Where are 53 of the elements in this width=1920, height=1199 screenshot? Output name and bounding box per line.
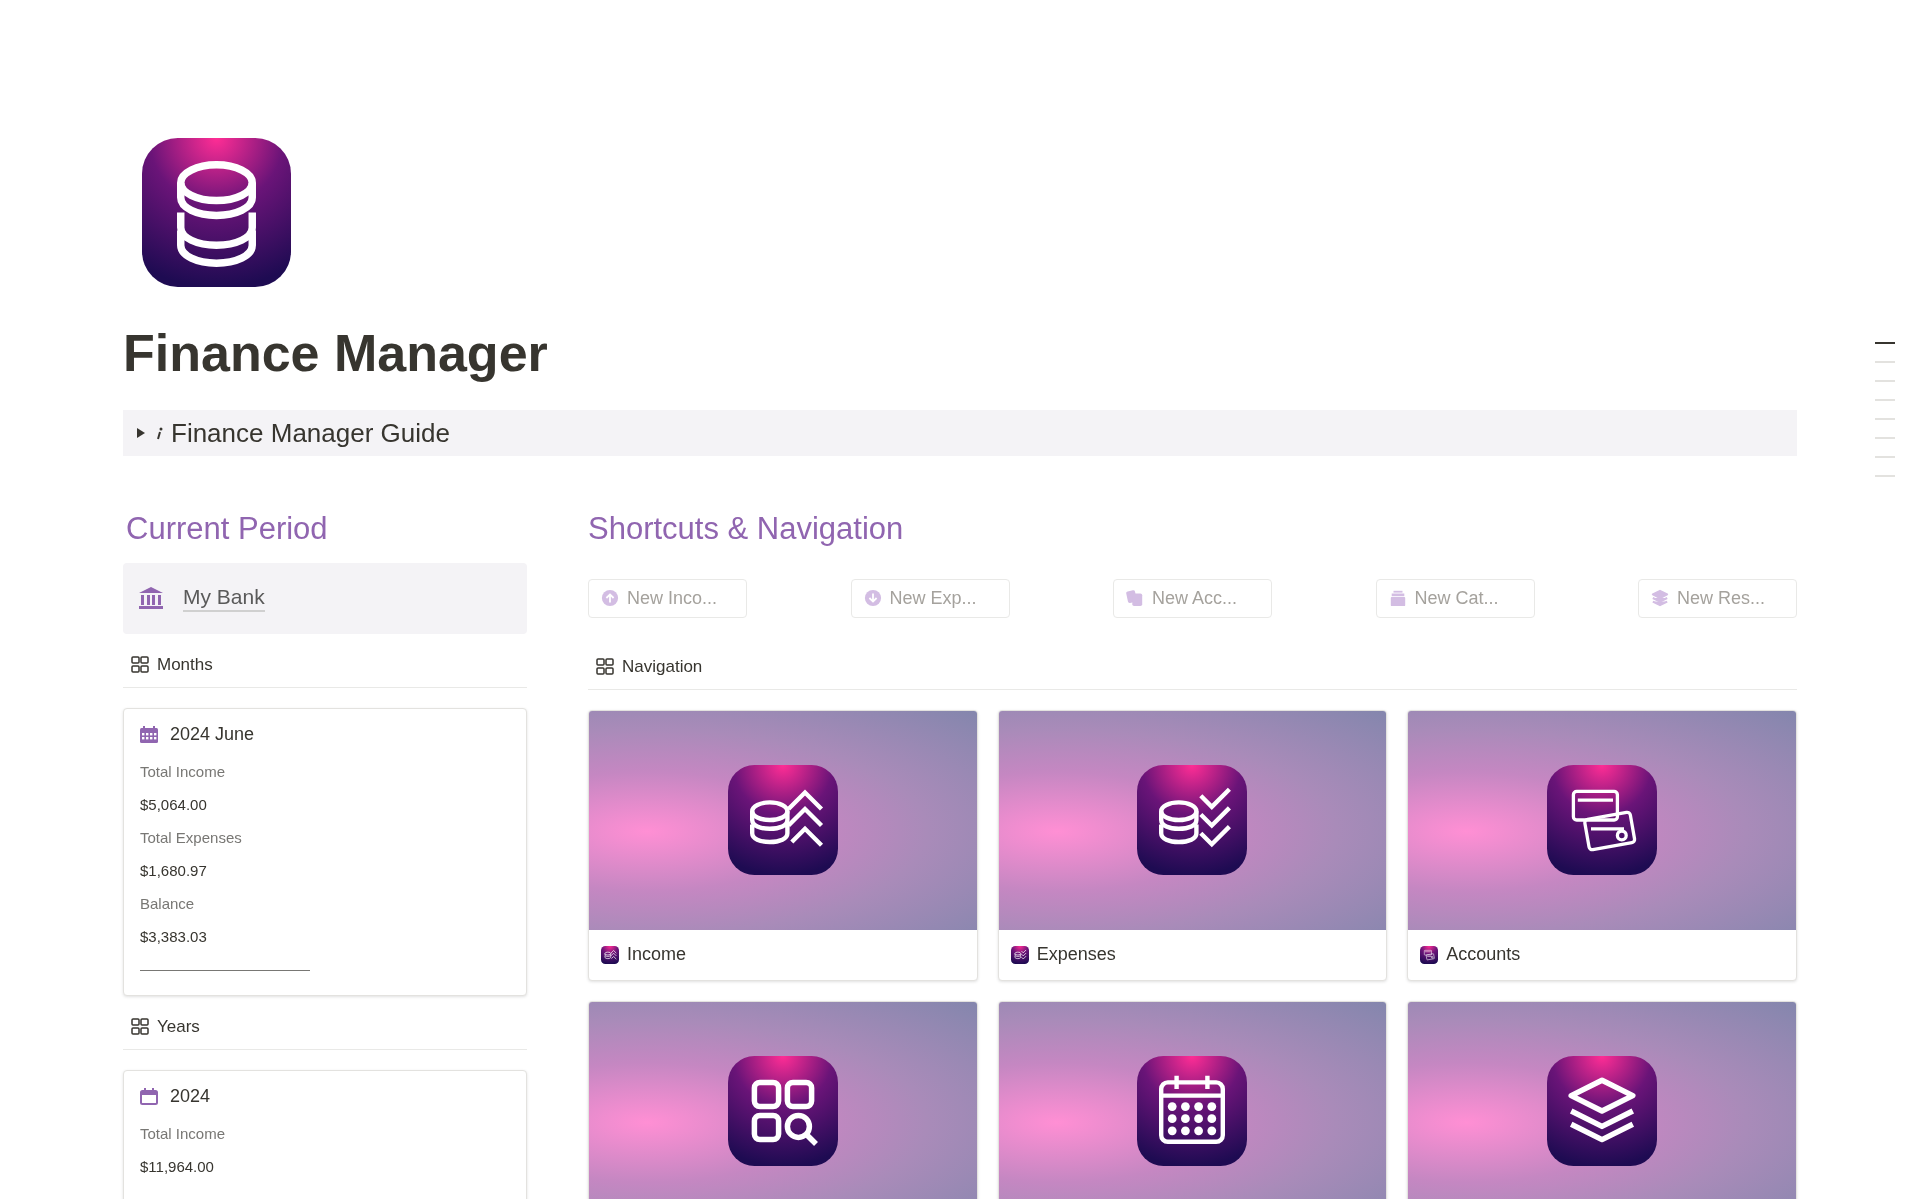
app-tile-icon xyxy=(1137,1056,1248,1166)
gallery-icon xyxy=(131,1018,149,1036)
guide-toggle[interactable]: Finance Manager Guide xyxy=(123,410,1797,456)
navigation-card[interactable]: Income xyxy=(588,709,978,981)
card-title: Accounts xyxy=(1446,943,1521,966)
period-card[interactable]: 2024 June Total Income $5,064.00 Total Expenses $1,680.97 Balance $3,383.03 xyxy=(123,707,527,996)
view-tab[interactable]: Navigation xyxy=(622,654,703,680)
app-tile-icon xyxy=(727,1056,838,1166)
card-title: Expenses xyxy=(1036,943,1116,966)
gallery-icon xyxy=(596,658,614,676)
property-value: $3,383.03 xyxy=(140,926,208,947)
property-label: Total Income xyxy=(140,1123,227,1144)
card-title: 2024 xyxy=(170,1084,211,1108)
info-icon xyxy=(155,426,163,440)
tray-icon xyxy=(1388,589,1407,607)
property-label: Total Income xyxy=(140,761,227,782)
arrow-down-circle-icon xyxy=(863,589,882,607)
navigation-card[interactable] xyxy=(1407,1000,1797,1199)
property-label: Balance xyxy=(140,893,196,914)
calendar-icon xyxy=(140,725,158,743)
property-value: $1,680.97 xyxy=(140,860,208,881)
guide-title: Finance Manager Guide xyxy=(171,416,450,450)
bank-icon xyxy=(139,587,163,609)
navigation-card[interactable] xyxy=(588,1000,978,1199)
card-title: Income xyxy=(627,943,687,966)
section-heading: Shortcuts & Navigation xyxy=(588,510,905,548)
view-tab[interactable]: Months xyxy=(157,652,213,678)
gallery-icon xyxy=(131,656,149,674)
calendar-icon xyxy=(140,1087,158,1105)
layers-icon xyxy=(1651,589,1669,607)
app-tile-icon xyxy=(727,765,838,875)
arrow-up-circle-icon xyxy=(601,589,619,607)
navigation-card[interactable]: Expenses xyxy=(997,709,1388,981)
finance-logo-icon xyxy=(142,138,291,287)
page-icon xyxy=(1420,945,1439,964)
section-heading: Current Period xyxy=(125,510,329,548)
view-tab[interactable]: Years xyxy=(157,1014,200,1040)
app-tile-icon xyxy=(1547,1056,1658,1166)
property-label: Total Expenses xyxy=(140,827,243,848)
page-icon xyxy=(601,945,619,964)
page-title: Finance Manager xyxy=(123,323,549,384)
bank-link[interactable]: My Bank xyxy=(183,583,265,613)
navigation-card[interactable] xyxy=(997,1000,1388,1199)
navigation-card[interactable]: Accounts xyxy=(1407,709,1797,981)
cards-icon xyxy=(1126,589,1144,607)
property-value: $11,964.00 xyxy=(140,1156,215,1177)
card-title: 2024 June xyxy=(170,722,255,746)
caret-right-icon[interactable] xyxy=(135,427,147,439)
period-card[interactable]: 2024 Total Income $11,964.00 xyxy=(123,1069,527,1199)
app-tile-icon xyxy=(1137,765,1248,875)
app-tile-icon xyxy=(1547,765,1658,875)
property-value: $5,064.00 xyxy=(140,794,208,815)
page-icon xyxy=(1010,945,1029,964)
